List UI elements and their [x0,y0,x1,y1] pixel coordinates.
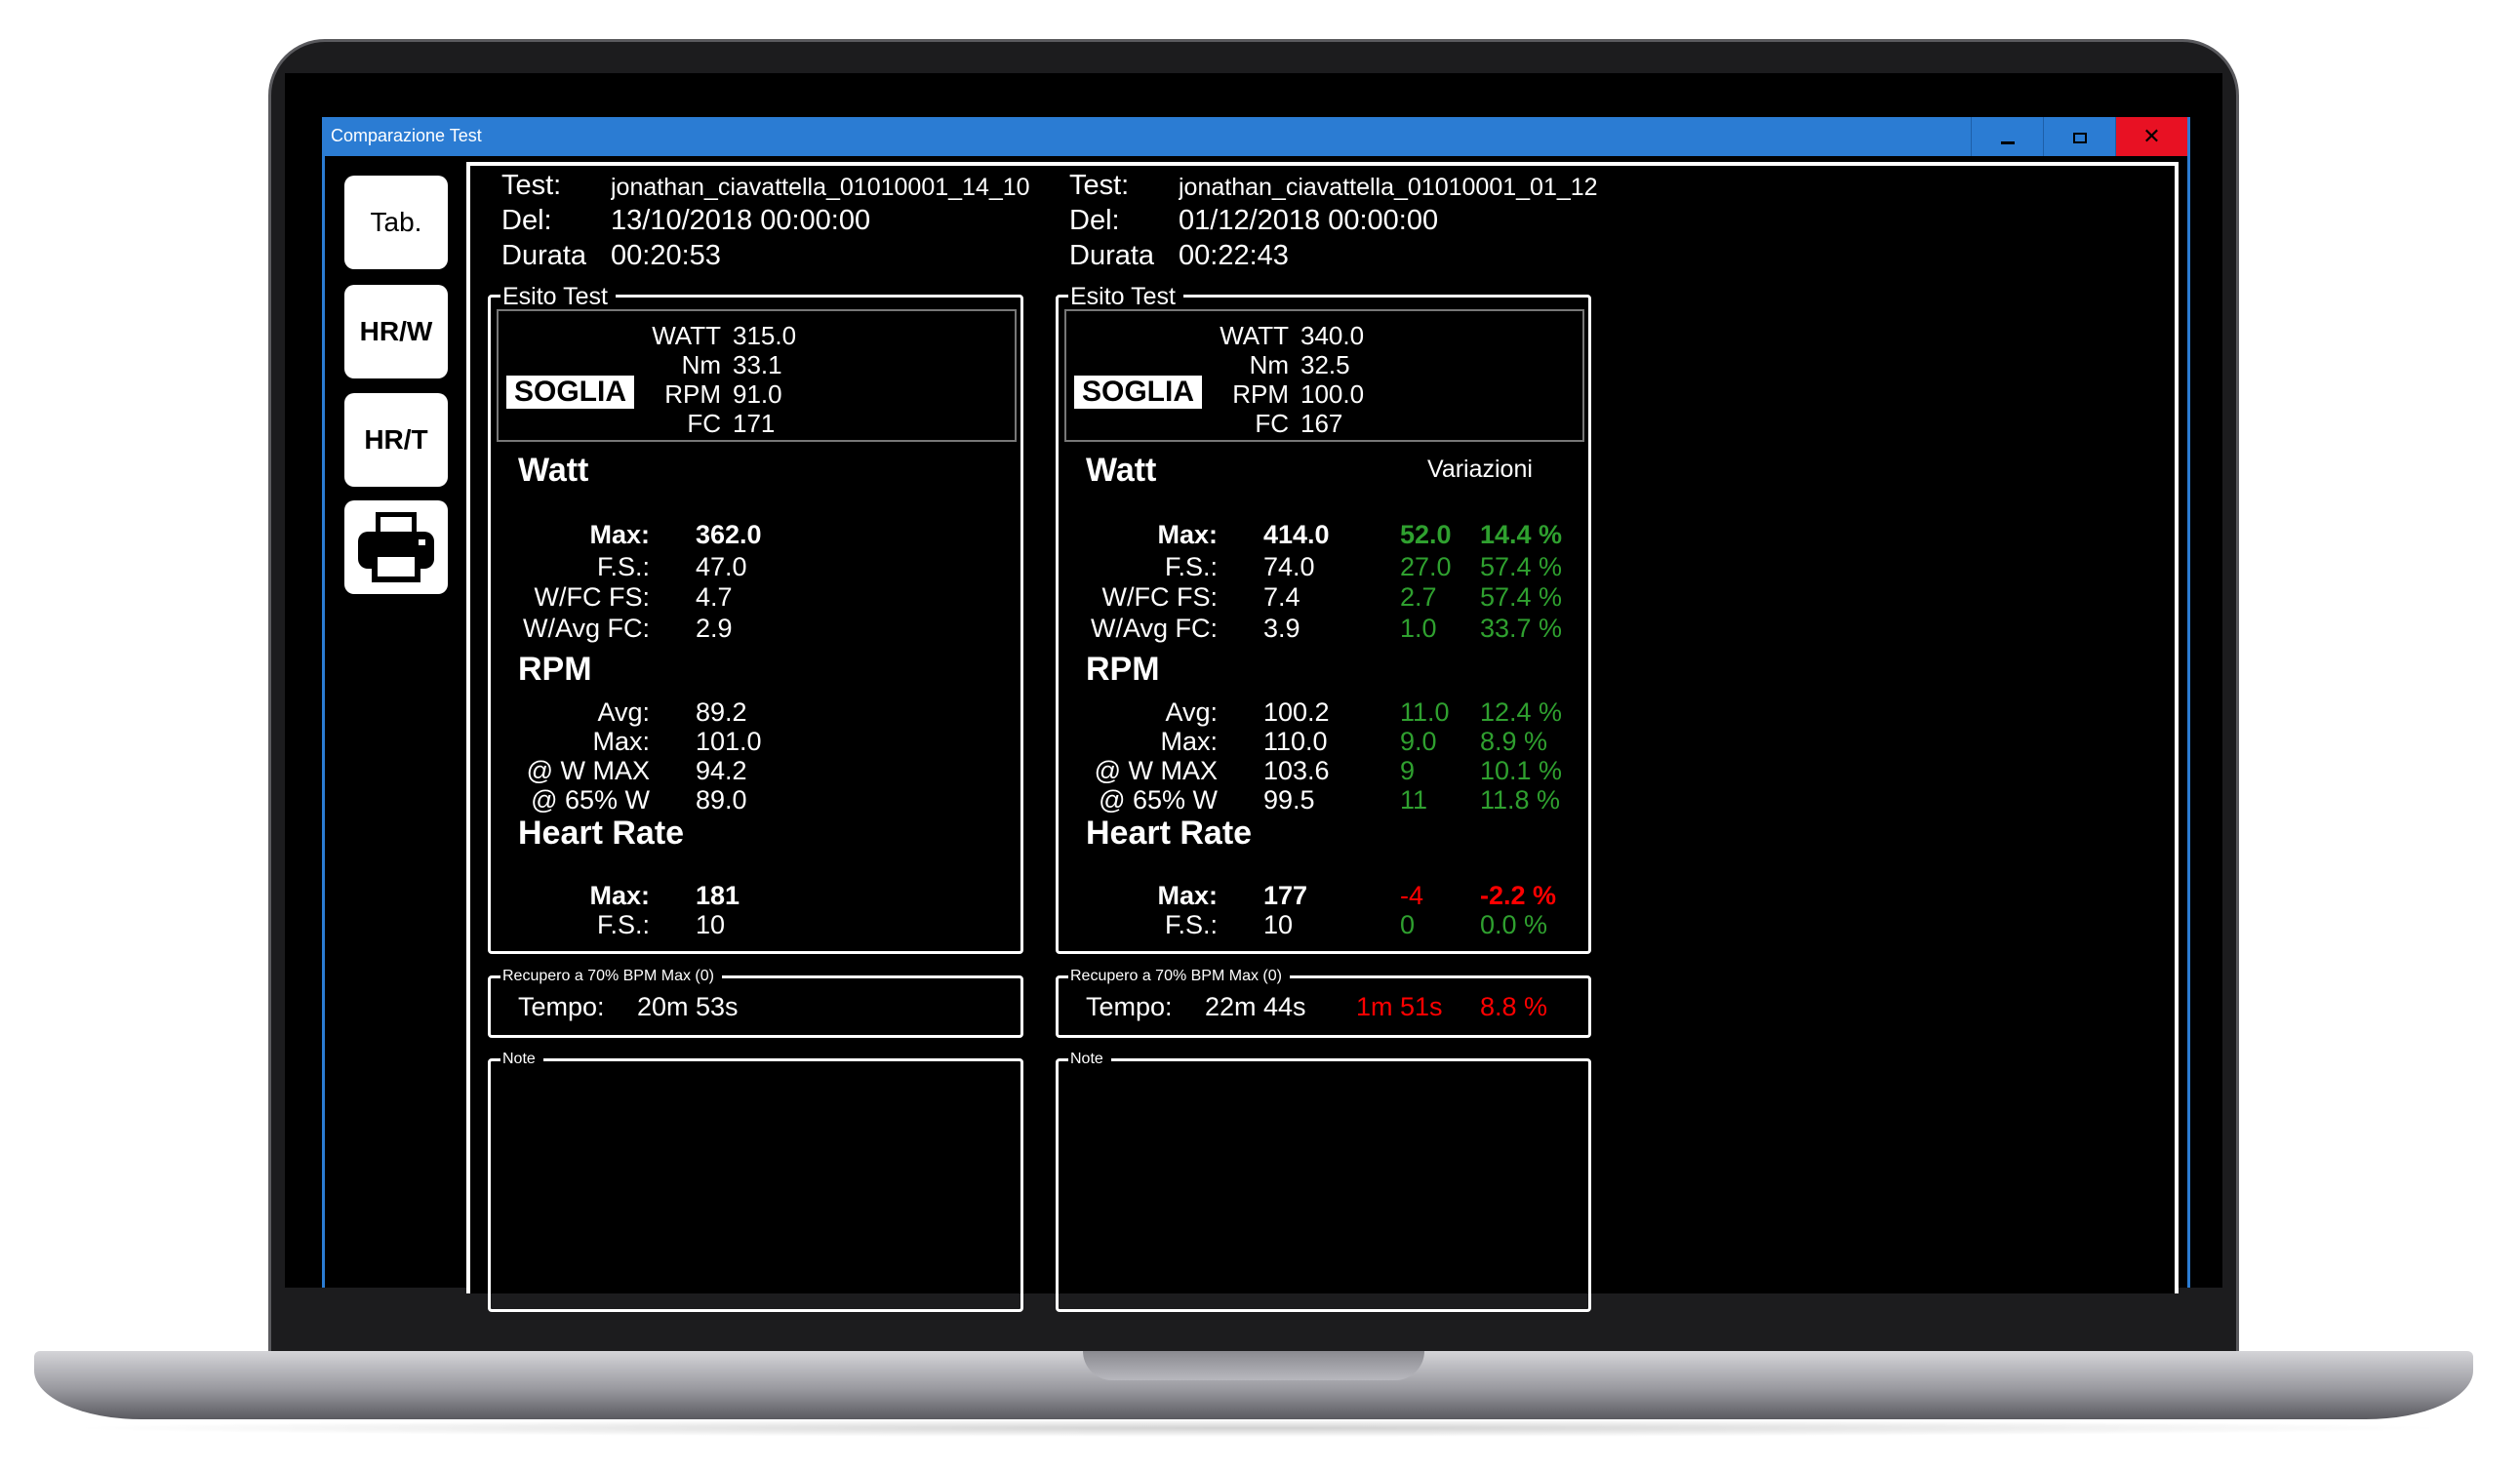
test-column-2: Test: jonathan_ciavattella_01010001_01_12… [1050,166,1598,1312]
hr-section-title: Heart Rate [1086,815,1253,852]
var-hr-max-abs: -4 [1400,881,1424,910]
recupero-group: Recupero a 70% BPM Max (0) Tempo: 22m 44… [1056,968,1591,1038]
rpm-section-title: RPM [1086,651,1160,688]
test-duration: 00:22:43 [1179,240,1289,271]
var-hr-fs-abs: 0 [1400,910,1416,939]
var-rpm-wmax-abs: 9 [1400,756,1416,785]
var-watt-max-abs: 52.0 [1400,520,1452,549]
hrt-button[interactable]: HR/T [344,393,448,487]
esito-test-legend: Esito Test [500,284,616,309]
tempo-value: 22m 44s [1205,992,1306,1021]
tempo-label: Tempo: [518,992,605,1021]
hrt-button-label: HR/T [364,424,428,455]
comparison-content: Test: jonathan_ciavattella_01010001_14_10… [466,162,2179,1312]
soglia-box: SOGLIA WATT 340.0 Nm 32.5 RPM 100.0 FC 1… [1064,309,1584,442]
test-date-row: Del: 13/10/2018 00:00:00 [501,205,870,237]
soglia-rpm-value: 91.0 [733,379,782,409]
var-rpm-avg-pct: 12.4 % [1480,697,1563,727]
recupero-legend: Recupero a 70% BPM Max (0) [500,968,722,985]
watt-section-title: Watt [1086,452,1157,489]
var-watt-wavg-abs: 1.0 [1400,614,1437,643]
soglia-box: SOGLIA WATT 315.0 Nm 33.1 RPM 91.0 FC 17… [497,309,1017,442]
minimize-button[interactable] [1971,117,2043,156]
soglia-badge: SOGLIA [506,376,635,409]
soglia-badge: SOGLIA [1074,376,1203,409]
test-name-row: Test: jonathan_ciavattella_01010001_14_10 [501,170,1040,202]
var-rpm-65-pct: 11.8 % [1480,785,1561,815]
test-date: 13/10/2018 00:00:00 [611,205,871,236]
note-group[interactable]: Note [1056,1051,1591,1312]
window-title: Comparazione Test [331,126,482,145]
test-label: Test: [501,170,562,201]
var-rpm-max-abs: 9.0 [1400,727,1437,756]
printer-icon [358,512,434,582]
rpm-section-title: RPM [518,651,592,688]
test-date-row: Del: 01/12/2018 00:00:00 [1069,205,1438,237]
tab-button-label: Tab. [370,207,422,237]
var-rpm-avg-abs: 11.0 [1400,697,1450,727]
note-group[interactable]: Note [488,1051,1023,1312]
date-label: Del: [501,205,552,236]
test-duration-row: Durata 00:22:43 [1069,240,1289,272]
var-rpm-65-abs: 11 [1400,785,1428,815]
test-duration: 00:20:53 [611,240,721,271]
duration-label: Durata [1069,240,1155,271]
var-watt-fs-abs: 27.0 [1400,552,1452,581]
tab-button[interactable]: Tab. [344,176,448,269]
recupero-group: Recupero a 70% BPM Max (0) Tempo: 20m 53… [488,968,1023,1038]
tempo-label: Tempo: [1086,992,1173,1021]
laptop-notch [1083,1351,1424,1380]
app-window: Comparazione Test ✕ Tab. HR/W HR/T Test:… [322,117,2190,1312]
var-hr-max-pct: -2.2 % [1480,881,1557,910]
close-button[interactable]: ✕ [2115,117,2187,156]
maximize-icon [2072,132,2087,143]
title-bar: Comparazione Test ✕ [325,117,2187,156]
test-name: jonathan_ciavattella_01010001_14_10 [611,174,1030,201]
tempo-value: 20m 53s [637,992,739,1021]
maximize-button[interactable] [2043,117,2115,156]
soglia-nm-value: 32.5 [1300,350,1350,379]
var-rpm-max-pct: 8.9 % [1480,727,1548,756]
minimize-icon [2000,140,2015,144]
esito-test-group: Esito Test SOGLIA WATT 315.0 Nm 33.1 RPM… [488,284,1023,954]
watt-section-title: Watt [518,452,589,489]
note-legend: Note [500,1051,543,1068]
soglia-fc-value: 171 [733,409,776,438]
date-label: Del: [1069,205,1120,236]
var-tempo-abs: 1m 51s [1356,992,1443,1021]
laptop-shadow [59,1419,2459,1437]
recupero-legend: Recupero a 70% BPM Max (0) [1068,968,1290,985]
hr-section-title: Heart Rate [518,815,685,852]
variazioni-label: Variazioni [1427,456,1533,483]
var-rpm-wmax-pct: 10.1 % [1480,756,1563,785]
esito-test-group: Esito Test SOGLIA WATT 340.0 Nm 32.5 RPM… [1056,284,1591,954]
close-icon: ✕ [2142,124,2161,148]
soglia-watt-value: 315.0 [733,321,797,350]
note-legend: Note [1068,1051,1111,1068]
var-watt-max-pct: 14.4 % [1480,520,1563,549]
var-watt-fs-pct: 57.4 % [1480,552,1563,581]
print-button[interactable] [344,500,448,594]
test-column-1: Test: jonathan_ciavattella_01010001_14_10… [482,166,1030,1312]
var-hr-fs-pct: 0.0 % [1480,910,1548,939]
soglia-nm-value: 33.1 [733,350,782,379]
hrw-button-label: HR/W [359,316,433,346]
var-watt-wavg-pct: 33.7 % [1480,614,1563,643]
test-date: 01/12/2018 00:00:00 [1179,205,1439,236]
soglia-watt-value: 340.0 [1300,321,1365,350]
var-watt-wfc-abs: 2.7 [1400,582,1437,612]
hrw-button[interactable]: HR/W [344,285,448,378]
var-watt-wfc-pct: 57.4 % [1480,582,1563,612]
test-name: jonathan_ciavattella_01010001_01_12 [1179,174,1598,201]
soglia-fc-value: 167 [1300,409,1343,438]
soglia-rpm-value: 100.0 [1300,379,1365,409]
test-label: Test: [1069,170,1130,201]
esito-test-legend: Esito Test [1068,284,1183,309]
var-tempo-pct: 8.8 % [1480,992,1548,1021]
test-name-row: Test: jonathan_ciavattella_01010001_01_12 [1069,170,1608,202]
test-duration-row: Durata 00:20:53 [501,240,721,272]
duration-label: Durata [501,240,587,271]
